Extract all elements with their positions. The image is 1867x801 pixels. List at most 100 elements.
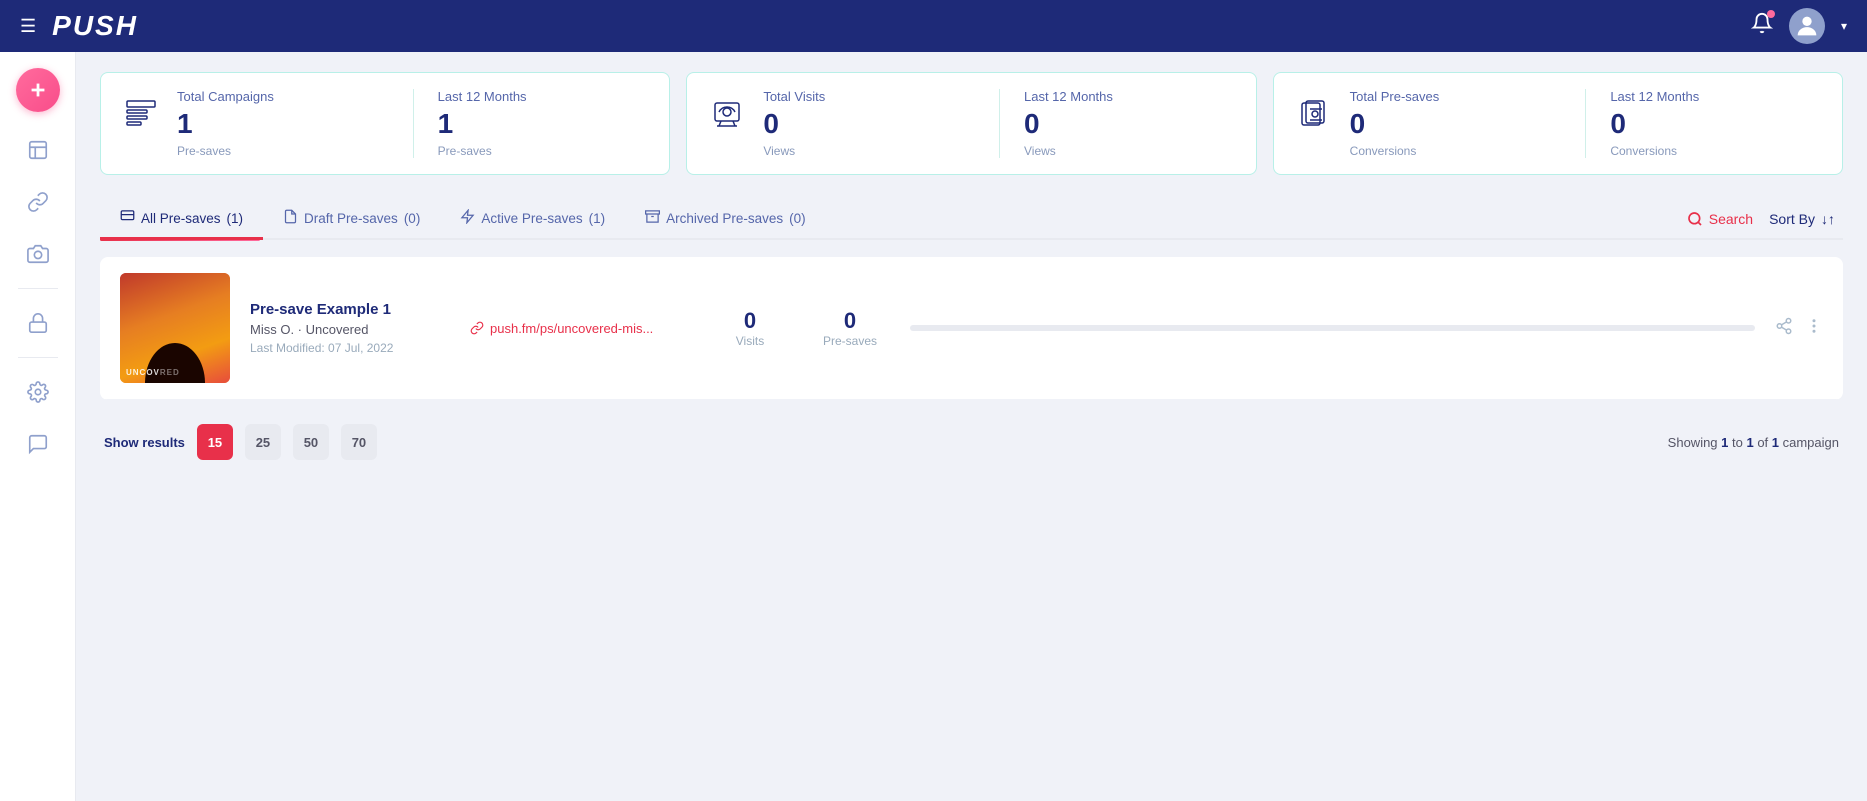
campaigns-stat-title: Total Campaigns — [177, 89, 389, 104]
presaves-stat-12mo-sub: Conversions — [1610, 144, 1822, 158]
tab-draft-count: (0) — [404, 211, 421, 226]
main-layout: Total Campaigns 1 Pre-saves Last 12 Mont… — [0, 52, 1867, 801]
campaigns-stat-12mo-body: Last 12 Months 1 Pre-saves — [438, 89, 650, 158]
sidebar-item-chat[interactable] — [16, 422, 60, 466]
campaign-link-text: push.fm/ps/uncovered-mis... — [490, 321, 653, 336]
page-size-15[interactable]: 15 — [197, 424, 233, 460]
tab-draft-label: Draft Pre-saves — [304, 211, 398, 226]
logo: PUSH — [52, 10, 138, 42]
presaves-stat-icon — [1294, 93, 1334, 138]
content-area: Total Campaigns 1 Pre-saves Last 12 Mont… — [76, 52, 1867, 801]
campaign-name: Pre-save Example 1 — [250, 301, 450, 318]
campaign-visits-value: 0 — [710, 308, 790, 334]
notification-badge — [1767, 10, 1775, 18]
tab-draft-icon — [283, 209, 298, 227]
stat-card-divider — [413, 89, 414, 158]
share-icon[interactable] — [1775, 317, 1793, 340]
sidebar-item-settings[interactable] — [16, 370, 60, 414]
stat-card-visits: Total Visits 0 Views Last 12 Months 0 Vi… — [686, 72, 1256, 175]
pagination-row: Show results 15 25 50 70 Showing 1 to 1 … — [100, 408, 1843, 476]
sort-label: Sort By — [1769, 211, 1815, 227]
campaign-link[interactable]: push.fm/ps/uncovered-mis... — [470, 321, 690, 336]
campaign-progress-bar — [910, 325, 1755, 331]
campaign-presaves-value: 0 — [810, 308, 890, 334]
add-campaign-button[interactable] — [16, 68, 60, 112]
sort-button[interactable]: Sort By ↓↑ — [1769, 211, 1835, 227]
sidebar — [0, 52, 76, 801]
header: ☰ PUSH ▾ — [0, 0, 1867, 52]
campaigns-stat-body: Total Campaigns 1 Pre-saves — [177, 89, 389, 158]
page-size-25[interactable]: 25 — [245, 424, 281, 460]
tab-archived-count: (0) — [789, 211, 806, 226]
sidebar-item-camera[interactable] — [16, 232, 60, 276]
pagination-info: Showing 1 to 1 of 1 campaign — [1668, 435, 1839, 450]
sidebar-divider — [18, 288, 58, 289]
search-button[interactable]: Search — [1687, 211, 1753, 227]
tab-all-icon — [120, 209, 135, 227]
visits-stat-body: Total Visits 0 Views — [763, 89, 975, 158]
campaign-info: Pre-save Example 1 Miss O. · Uncovered L… — [250, 301, 450, 355]
tab-draft-presaves[interactable]: Draft Pre-saves (0) — [263, 199, 440, 240]
visits-stat-value: 0 — [763, 108, 975, 140]
show-results-label: Show results — [104, 435, 185, 450]
hamburger-menu[interactable]: ☰ — [20, 16, 36, 37]
tab-archived-label: Archived Pre-saves — [666, 211, 783, 226]
table-row: UNCOVRED Pre-save Example 1 Miss O. · Un… — [100, 257, 1843, 400]
campaign-visits-stat: 0 Visits — [710, 308, 790, 348]
tab-active-presaves[interactable]: Active Pre-saves (1) — [440, 199, 625, 240]
page-size-50[interactable]: 50 — [293, 424, 329, 460]
presaves-stat-12mo-value: 0 — [1610, 108, 1822, 140]
campaign-presaves-stat: 0 Pre-saves — [810, 308, 890, 348]
tab-active-icon — [460, 209, 475, 227]
presaves-stat-sub: Conversions — [1350, 144, 1562, 158]
visits-stat-12mo-sub: Views — [1024, 144, 1236, 158]
search-label: Search — [1709, 211, 1753, 227]
tab-active-count: (1) — [589, 211, 606, 226]
visits-stat-sub: Views — [763, 144, 975, 158]
presaves-stat-12mo-title: Last 12 Months — [1610, 89, 1822, 104]
avatar[interactable] — [1789, 8, 1825, 44]
sidebar-divider-2 — [18, 357, 58, 358]
stat-card-divider-3 — [1585, 89, 1586, 158]
tab-archived-icon — [645, 209, 660, 227]
tab-all-count: (1) — [227, 211, 244, 226]
sidebar-item-lock[interactable] — [16, 301, 60, 345]
visits-stat-12mo-value: 0 — [1024, 108, 1236, 140]
progress-track — [910, 325, 1755, 331]
stat-card-divider-2 — [999, 89, 1000, 158]
campaigns-stat-sub: Pre-saves — [177, 144, 389, 158]
presaves-stat-12mo-body: Last 12 Months 0 Conversions — [1610, 89, 1822, 158]
campaigns-stat-value: 1 — [177, 108, 389, 140]
stats-row: Total Campaigns 1 Pre-saves Last 12 Mont… — [100, 72, 1843, 175]
campaigns-stat-icon — [121, 93, 161, 138]
campaign-modified: Last Modified: 07 Jul, 2022 — [250, 341, 450, 355]
presaves-stat-title: Total Pre-saves — [1350, 89, 1562, 104]
campaign-artist: Miss O. · Uncovered — [250, 322, 450, 337]
tab-all-label: All Pre-saves — [141, 211, 221, 226]
sidebar-item-link[interactable] — [16, 180, 60, 224]
campaign-visits-label: Visits — [710, 334, 790, 348]
stat-card-presaves: Total Pre-saves 0 Conversions Last 12 Mo… — [1273, 72, 1843, 175]
presaves-stat-value: 0 — [1350, 108, 1562, 140]
campaigns-stat-12mo-value: 1 — [438, 108, 650, 140]
tab-all-presaves[interactable]: All Pre-saves (1) — [100, 199, 263, 240]
campaign-presaves-label: Pre-saves — [810, 334, 890, 348]
visits-stat-12mo-title: Last 12 Months — [1024, 89, 1236, 104]
campaign-list: UNCOVRED Pre-save Example 1 Miss O. · Un… — [100, 257, 1843, 400]
tabs-container: All Pre-saves (1) Draft Pre-saves (0) Ac… — [100, 199, 1843, 241]
show-results: Show results 15 25 50 70 — [104, 424, 377, 460]
tabs-actions: Search Sort By ↓↑ — [1687, 211, 1843, 227]
more-options-icon[interactable] — [1805, 317, 1823, 340]
campaigns-stat-12mo-title: Last 12 Months — [438, 89, 650, 104]
sort-icon: ↓↑ — [1821, 211, 1835, 227]
page-size-70[interactable]: 70 — [341, 424, 377, 460]
album-text: UNCOVRED — [126, 368, 180, 377]
chevron-down-icon[interactable]: ▾ — [1841, 19, 1847, 33]
presaves-stat-body: Total Pre-saves 0 Conversions — [1350, 89, 1562, 158]
sidebar-item-campaigns[interactable] — [16, 128, 60, 172]
campaign-actions — [1775, 317, 1823, 340]
tab-archived-presaves[interactable]: Archived Pre-saves (0) — [625, 199, 826, 240]
campaigns-stat-12mo-sub: Pre-saves — [438, 144, 650, 158]
notifications-button[interactable] — [1751, 12, 1773, 40]
tab-active-label: Active Pre-saves — [481, 211, 582, 226]
